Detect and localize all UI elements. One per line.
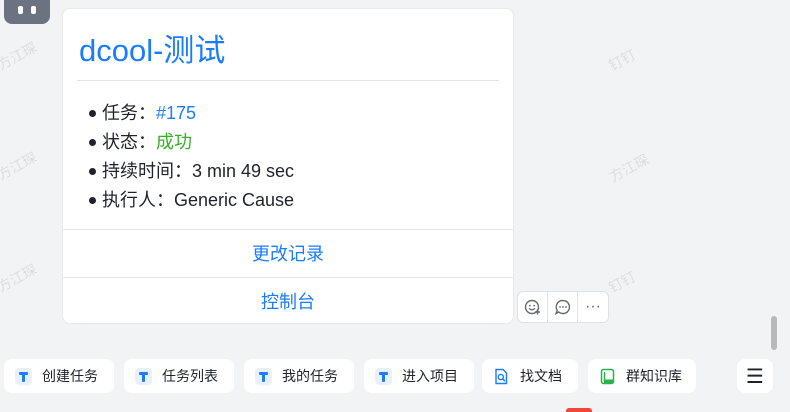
chip-label: 任务列表	[162, 368, 218, 384]
info-label: 执行人：	[102, 190, 174, 210]
group-knowledge-button[interactable]: 群知识库	[588, 359, 696, 393]
emoji-add-icon[interactable]	[518, 292, 548, 322]
chip-label: 创建任务	[42, 368, 98, 384]
find-document-button[interactable]: 找文档	[482, 359, 578, 393]
chip-label: 进入项目	[402, 368, 458, 384]
scrollbar[interactable]	[771, 316, 777, 350]
info-label: 持续时间：	[102, 161, 192, 181]
book-icon	[598, 367, 616, 385]
info-item-status: 状态： 成功	[89, 128, 294, 157]
teambition-icon	[14, 367, 32, 385]
task-link[interactable]: #175	[156, 99, 196, 128]
info-item-duration: 持续时间： 3 min 49 sec	[89, 157, 294, 186]
info-list: 任务： #175 状态： 成功 持续时间： 3 min 49 sec 执行人： …	[89, 99, 294, 215]
info-label: 任务：	[102, 103, 156, 123]
my-tasks-button[interactable]: 我的任务	[244, 359, 354, 393]
bullet-icon	[89, 139, 96, 146]
more-icon[interactable]: ···	[578, 292, 608, 322]
watermark: 钉钉	[605, 268, 639, 296]
quick-action-bar: 创建任务 任务列表 我的任务 进入项目 找文档 群知识库 ☰	[0, 359, 790, 393]
bullet-icon	[89, 197, 96, 204]
notification-indicator	[566, 408, 592, 412]
watermark: 方江琛	[606, 151, 652, 185]
bullet-icon	[89, 168, 96, 175]
enter-project-button[interactable]: 进入项目	[364, 359, 474, 393]
message-reactions: ···	[517, 291, 609, 323]
chip-label: 群知识库	[626, 368, 682, 384]
info-item-executor: 执行人： Generic Cause	[89, 186, 294, 215]
bot-avatar[interactable]	[4, 0, 50, 24]
watermark: 方江琛	[0, 39, 40, 73]
teambition-icon	[254, 367, 272, 385]
create-task-button[interactable]: 创建任务	[4, 359, 114, 393]
doc-search-icon	[492, 367, 510, 385]
console-button[interactable]: 控制台	[63, 277, 513, 323]
teambition-icon	[374, 367, 392, 385]
status-value: 成功	[156, 132, 192, 152]
info-label: 状态：	[102, 132, 156, 152]
changelog-button[interactable]: 更改记录	[63, 229, 513, 277]
message-card: dcool-测试 任务： #175 状态： 成功 持续时间： 3 min 49 …	[62, 8, 514, 324]
reply-icon[interactable]	[548, 292, 578, 322]
card-title: dcool-测试	[79, 33, 226, 68]
duration-value: 3 min 49 sec	[192, 161, 295, 181]
chip-label: 我的任务	[282, 368, 338, 384]
bullet-icon	[89, 110, 96, 117]
chip-label: 找文档	[520, 368, 562, 384]
divider	[77, 80, 499, 81]
executor-value: Generic Cause	[174, 190, 295, 210]
watermark: 钉钉	[605, 46, 639, 74]
watermark: 方江琛	[0, 149, 40, 183]
task-list-button[interactable]: 任务列表	[124, 359, 234, 393]
watermark: 方江琛	[0, 261, 40, 295]
teambition-icon	[134, 367, 152, 385]
menu-icon[interactable]: ☰	[737, 359, 773, 393]
info-item-task: 任务： #175	[89, 99, 294, 128]
